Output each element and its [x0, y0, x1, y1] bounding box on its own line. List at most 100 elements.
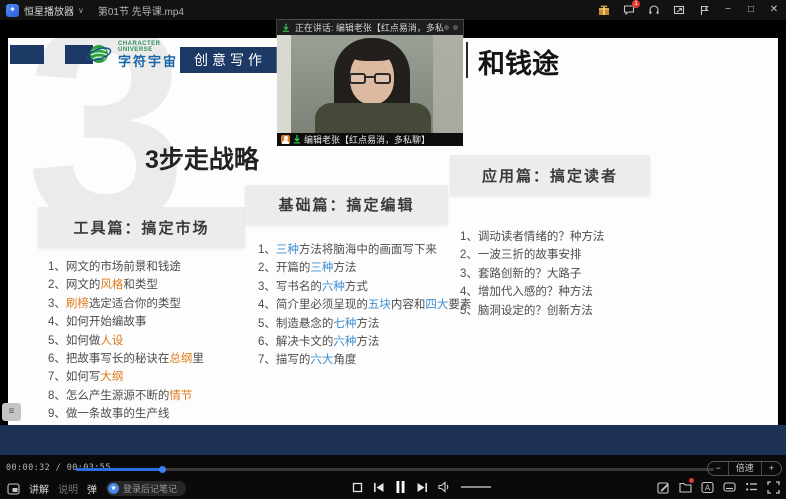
- webcam-overlay[interactable]: 正在讲话: 编辑老张【红点易消，多私聊】； 编辑老张【红点易消，多私聊】: [277, 20, 463, 146]
- presenter-shoulders: [315, 103, 431, 133]
- left-toolbar: 讲解 说明 弹 ★ 登录后记笔记: [6, 481, 186, 496]
- login-notes-button[interactable]: ★ 登录后记笔记: [106, 481, 186, 496]
- list-item: 5、制造悬念的七种方法: [258, 315, 471, 333]
- list-item: 8、怎么产生源源不断的情节: [48, 387, 204, 405]
- folder-icon[interactable]: [678, 480, 692, 494]
- progress-bar[interactable]: [76, 468, 714, 471]
- list-item: 7、如何写大纲: [48, 368, 204, 386]
- deco-square: [10, 45, 44, 64]
- previous-button[interactable]: [373, 482, 385, 493]
- media-filename: 第01节 先导课.mp4: [98, 3, 184, 18]
- maximize-button[interactable]: □: [745, 5, 757, 15]
- progress-fill: [76, 468, 163, 471]
- speed-control: − 倍速 +: [707, 461, 782, 476]
- volume-slider[interactable]: [461, 486, 491, 488]
- list-item: 5、脑洞设定的？创新方法: [460, 302, 604, 320]
- presenter-glasses: [374, 73, 391, 84]
- course-badge: 创意写作: [180, 47, 280, 73]
- video-area[interactable]: 3 CHARACTER UNIVERSE 字符宇宙 创意写作 和钱途 3步走战略…: [0, 20, 786, 455]
- notes-edit-icon[interactable]: [656, 480, 670, 494]
- list-item: 3、写书名的六种方式: [258, 278, 471, 296]
- speaking-text: 正在讲话: 编辑老张【红点易消，多私聊】；: [295, 21, 444, 34]
- titlebar: ✦ 恒星播放器 ∨ 第01节 先导课.mp4 1 − □ ✕: [0, 0, 786, 20]
- list-item: 3、刷榜选定适合你的类型: [48, 295, 204, 313]
- mini-mode-icon[interactable]: [6, 482, 20, 496]
- presenter-name: 编辑老张【红点易消，多私聊】: [304, 133, 430, 146]
- slide-footer-band: [0, 425, 786, 455]
- headset-icon[interactable]: [647, 3, 661, 17]
- webcam-video: [277, 35, 463, 133]
- mic-active-icon: [282, 23, 290, 33]
- titlebar-actions: 1 − □ ✕: [597, 3, 780, 17]
- background-door: [277, 35, 291, 133]
- playlist-icon[interactable]: [744, 480, 758, 494]
- stop-button[interactable]: [352, 482, 363, 493]
- section-header-basics: 基础篇：搞定编辑: [245, 185, 448, 224]
- progress-knob[interactable]: [159, 466, 166, 473]
- danmu-button[interactable]: 弹: [87, 481, 97, 496]
- background-curtain: [433, 35, 463, 133]
- person-icon: [281, 135, 290, 144]
- messages-icon[interactable]: 1: [622, 3, 636, 17]
- close-button[interactable]: ✕: [768, 5, 780, 15]
- player-window: ✦ 恒星播放器 ∨ 第01节 先导课.mp4 1 − □ ✕: [0, 0, 786, 499]
- list-item: 6、解决卡文的六种方法: [258, 333, 471, 351]
- basics-list: 1、三种方法将脑海中的画面写下来2、开篇的三种方法3、写书名的六种方式4、简介里…: [258, 241, 471, 370]
- publisher-logo-icon: [86, 39, 112, 74]
- info-button[interactable]: 说明: [58, 481, 78, 496]
- speed-label[interactable]: 倍速: [729, 462, 761, 475]
- list-item: 1、网文的市场前景和钱途: [48, 258, 204, 276]
- screencast-icon[interactable]: [672, 3, 686, 17]
- speed-increase-button[interactable]: +: [762, 462, 781, 475]
- gift-icon[interactable]: [597, 3, 611, 17]
- section-header-tools: 工具篇：搞定市场: [38, 207, 245, 247]
- volume-icon[interactable]: [438, 481, 451, 493]
- right-toolbar: A: [656, 480, 780, 494]
- chevron-down-icon[interactable]: ∨: [78, 6, 84, 15]
- speaking-banner: 正在讲话: 编辑老张【红点易消，多私聊】；: [277, 20, 463, 35]
- speed-decrease-button[interactable]: −: [708, 462, 727, 475]
- folder-alert-dot: [689, 478, 694, 483]
- slide-title-fragment: 和钱途: [478, 42, 559, 81]
- list-item: 4、如何开始编故事: [48, 313, 204, 331]
- next-button[interactable]: [416, 482, 428, 493]
- app-logo-icon: ✦: [6, 4, 19, 17]
- logo-cn: 字符宇宙: [118, 55, 178, 68]
- list-item: 9、做一条故事的生产线: [48, 405, 204, 423]
- list-item: 2、开篇的三种方法: [258, 259, 471, 277]
- fullscreen-icon[interactable]: [766, 480, 780, 494]
- app-badge-icon: ★: [108, 483, 119, 494]
- app-name[interactable]: 恒星播放器: [24, 3, 74, 18]
- explain-button[interactable]: 讲解: [29, 481, 49, 496]
- message-badge: 1: [632, 0, 640, 8]
- section-header-application: 应用篇：搞定读者: [450, 155, 650, 195]
- list-item: 2、网文的风格和类型: [48, 276, 204, 294]
- svg-text:A: A: [704, 483, 710, 492]
- presenter-glasses-bridge: [366, 76, 374, 78]
- list-item: 1、调动读者情绪的？种方法: [460, 228, 604, 246]
- transport-controls: [352, 479, 491, 495]
- title-clipped-stroke: [466, 42, 468, 78]
- list-item: 7、描写的六大角度: [258, 351, 471, 369]
- minimize-button[interactable]: −: [722, 5, 734, 15]
- pause-button[interactable]: [395, 480, 406, 494]
- list-item: 5、如何做人设: [48, 332, 204, 350]
- speaker-dots: [444, 25, 458, 30]
- publisher-logo-text: CHARACTER UNIVERSE 字符宇宙: [118, 41, 178, 68]
- strategy-title: 3步走战略: [145, 140, 259, 176]
- list-item: 6、把故事写长的秘诀在总纲里: [48, 350, 204, 368]
- list-item: 2、一波三折的故事安排: [460, 246, 604, 264]
- audio-track-icon[interactable]: [722, 480, 736, 494]
- list-item: 4、增加代入感的？种方法: [460, 283, 604, 301]
- list-item: 1、三种方法将脑海中的画面写下来: [258, 241, 471, 259]
- subtitle-icon[interactable]: A: [700, 480, 714, 494]
- presenter-glasses: [349, 73, 366, 84]
- application-list: 1、调动读者情绪的？种方法2、一波三折的故事安排3、套路创新的？大路子4、增加代…: [460, 228, 604, 320]
- feedback-flag-icon[interactable]: [697, 3, 711, 17]
- side-menu-button[interactable]: ≡: [2, 403, 21, 421]
- logo-en-2: UNIVERSE: [118, 47, 178, 53]
- webcam-name-bar: 编辑老张【红点易消，多私聊】: [277, 133, 463, 146]
- player-controls: 00:00:32 / 00:03:55 − 倍速 + 讲解 说明 弹 ★ 登录后…: [0, 455, 786, 499]
- list-item: 4、简介里必须呈现的五块内容和四大要素: [258, 296, 471, 314]
- presenter-bangs: [347, 43, 397, 61]
